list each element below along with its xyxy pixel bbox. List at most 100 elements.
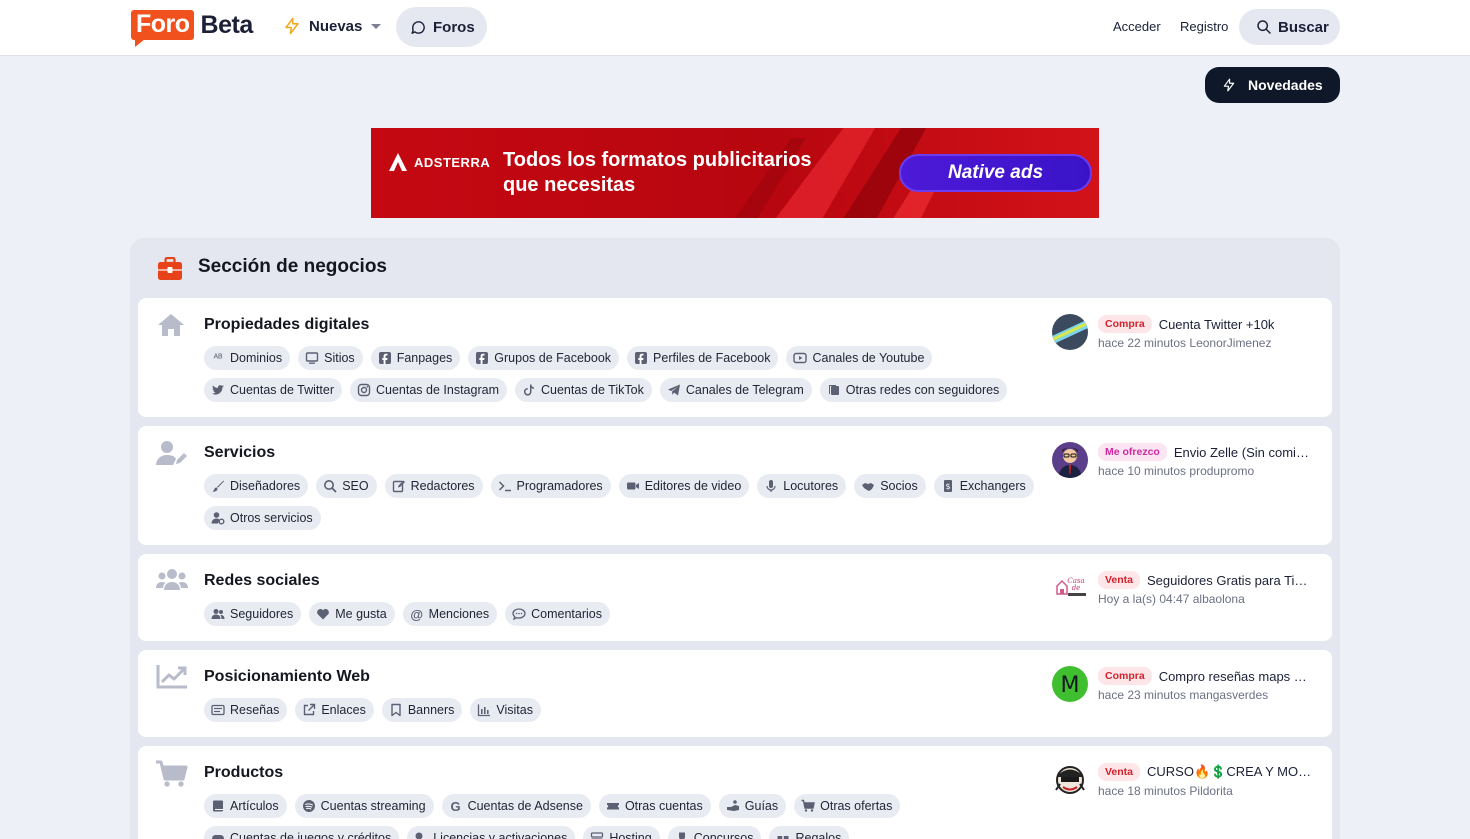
subforum-chip[interactable]: Me gusta (309, 602, 395, 626)
subforum-chip[interactable]: Locutores (757, 474, 847, 498)
chip-label: Fanpages (396, 351, 453, 365)
subforum-chip[interactable]: Cuentas de TikTok (515, 378, 652, 402)
subforum-chip[interactable]: Otras cuentas (598, 794, 711, 818)
latest-thread[interactable]: Compra Cuenta Twitter +10k hace 22 minut… (1052, 314, 1322, 354)
category-title[interactable]: Posicionamiento Web (204, 668, 370, 686)
subforum-chip[interactable]: Cuentas de Twitter (204, 378, 342, 402)
subforum-chip[interactable]: Cuentas de juegos y créditos (204, 826, 400, 839)
category-title[interactable]: Productos (204, 764, 283, 782)
banner-cta-button[interactable]: Native ads (899, 154, 1092, 192)
category-card-propiedades: Propiedades digitales ᴬᴮ Dominios Sitios … (138, 298, 1332, 417)
subforum-chip[interactable]: Banners (381, 698, 463, 722)
logo-foro: Foro (131, 10, 194, 47)
latest-thread[interactable]: Casa de Venta Seguidores Gratis para Ti… … (1052, 570, 1322, 610)
thread-user[interactable]: Pildorita (1189, 784, 1232, 798)
subforum-chip[interactable]: Cuentas de Instagram (350, 378, 507, 402)
banner-headline: Todos los formatos publicitarios que nec… (503, 149, 812, 196)
latest-thread[interactable]: Me ofrezco Envio Zelle (Sin comi… hace 1… (1052, 442, 1322, 482)
subforum-chip[interactable]: Perfiles de Facebook (627, 346, 779, 370)
thread-meta: hace 23 minutos mangasverdes (1098, 688, 1268, 702)
subforum-chip[interactable]: Comentarios (505, 602, 610, 626)
users-icon (211, 607, 225, 621)
search-button[interactable]: Buscar (1239, 9, 1340, 45)
ad-banner[interactable]: ADSTERRA Todos los formatos publicitario… (371, 128, 1099, 218)
register-link[interactable]: Registro (1180, 19, 1228, 34)
avatar[interactable]: M (1052, 666, 1088, 702)
subforum-chip[interactable]: Otras redes con seguidores (819, 378, 1008, 402)
subforum-chip[interactable]: $ Exchangers (933, 474, 1034, 498)
thread-prefix-badge: Compra (1098, 315, 1152, 333)
thread-meta: hace 10 minutos produpromo (1098, 464, 1254, 478)
latest-thread[interactable]: M Compra Compro reseñas maps … hace 23 m… (1052, 666, 1322, 706)
subforum-chip[interactable]: Otras ofertas (794, 794, 901, 818)
subforum-chip[interactable]: Concursos (667, 826, 762, 839)
exchange-icon: $ (941, 479, 955, 493)
thread-user[interactable]: mangasverdes (1189, 688, 1268, 702)
nav-nuevas[interactable]: Nuevas (283, 16, 382, 36)
chip-label: Canales de Telegram (685, 383, 804, 397)
thread-user[interactable]: albaolona (1193, 592, 1245, 606)
thread-user[interactable]: produpromo (1189, 464, 1254, 478)
subforum-chip[interactable]: Programadores (490, 474, 611, 498)
login-link[interactable]: Acceder (1113, 19, 1161, 34)
subforum-chip[interactable]: Redactores (384, 474, 483, 498)
subforum-chip[interactable]: Seguidores (204, 602, 302, 626)
subforum-chip[interactable]: Canales de Youtube (786, 346, 933, 370)
chip-label: Otros servicios (230, 511, 313, 525)
avatar[interactable]: Casa de (1052, 570, 1088, 606)
facebook-icon (378, 351, 392, 365)
thread-time: hace 22 minutos (1098, 336, 1187, 350)
chip-label: Cuentas de Twitter (230, 383, 334, 397)
subforum-chip[interactable]: Fanpages (370, 346, 461, 370)
subforum-chip[interactable]: ᴬᴮ Dominios (204, 346, 291, 370)
video-icon (626, 479, 640, 493)
latest-thread-title[interactable]: Venta Seguidores Gratis para Ti… (1098, 571, 1322, 589)
site-logo[interactable]: Foro Beta (131, 10, 253, 47)
category-title[interactable]: Redes sociales (204, 572, 320, 590)
pages-icon (827, 383, 841, 397)
latest-thread-title[interactable]: Venta CURSO🔥💲CREA Y MO… (1098, 763, 1322, 781)
subforum-chip[interactable]: Diseñadores (204, 474, 309, 498)
subforum-chip[interactable]: SEO (316, 474, 377, 498)
chip-label: Cuentas de juegos y créditos (230, 831, 392, 839)
subforum-chip[interactable]: Regalos (769, 826, 850, 839)
users-icon (156, 569, 188, 590)
subforum-chip[interactable]: Visitas (470, 698, 541, 722)
subforum-chip[interactable]: @ Menciones (402, 602, 498, 626)
subforum-chip[interactable]: Guías (718, 794, 787, 818)
chip-label: Sitios (324, 351, 355, 365)
subforum-chip[interactable]: Enlaces (295, 698, 374, 722)
chip-label: Menciones (428, 607, 490, 621)
subforum-chip[interactable]: Reseñas (204, 698, 288, 722)
subforum-chip[interactable]: Socios (854, 474, 926, 498)
subforum-chip[interactable]: G Cuentas de Adsense (441, 794, 591, 818)
thread-time: hace 10 minutos (1098, 464, 1187, 478)
thread-user[interactable]: LeonorJimenez (1189, 336, 1271, 350)
avatar[interactable] (1052, 762, 1088, 798)
subforum-chip[interactable]: Editores de video (618, 474, 750, 498)
latest-thread-title[interactable]: Compra Compro reseñas maps … (1098, 667, 1322, 685)
latest-thread[interactable]: Venta CURSO🔥💲CREA Y MO… hace 18 minutos … (1052, 762, 1322, 802)
subforum-chip[interactable]: Grupos de Facebook (468, 346, 620, 370)
hand-icon (726, 799, 740, 813)
latest-thread-title[interactable]: Compra Cuenta Twitter +10k (1098, 315, 1322, 333)
subforum-chip[interactable]: Otros servicios (204, 506, 321, 530)
facebook-icon (475, 351, 489, 365)
avatar[interactable] (1052, 314, 1088, 350)
subforum-chip[interactable]: Sitios (298, 346, 363, 370)
latest-thread-title[interactable]: Me ofrezco Envio Zelle (Sin comi… (1098, 443, 1322, 461)
avatar[interactable] (1052, 442, 1088, 478)
subforum-chip[interactable]: Licencias y activaciones (407, 826, 576, 839)
subforum-chip[interactable]: Artículos (204, 794, 287, 818)
subforum-chip[interactable]: Canales de Telegram (659, 378, 812, 402)
chip-label: Artículos (230, 799, 279, 813)
category-title[interactable]: Servicios (204, 444, 275, 462)
novedades-button[interactable]: Novedades (1205, 67, 1340, 103)
category-title[interactable]: Propiedades digitales (204, 316, 369, 334)
nav-foros[interactable]: Foros (396, 7, 487, 47)
cart-icon (156, 760, 188, 787)
thread-prefix-badge: Venta (1098, 763, 1141, 781)
subforum-chip[interactable]: Cuentas streaming (294, 794, 434, 818)
chip-label: Otras cuentas (624, 799, 703, 813)
subforum-chip[interactable]: Hosting (583, 826, 660, 839)
